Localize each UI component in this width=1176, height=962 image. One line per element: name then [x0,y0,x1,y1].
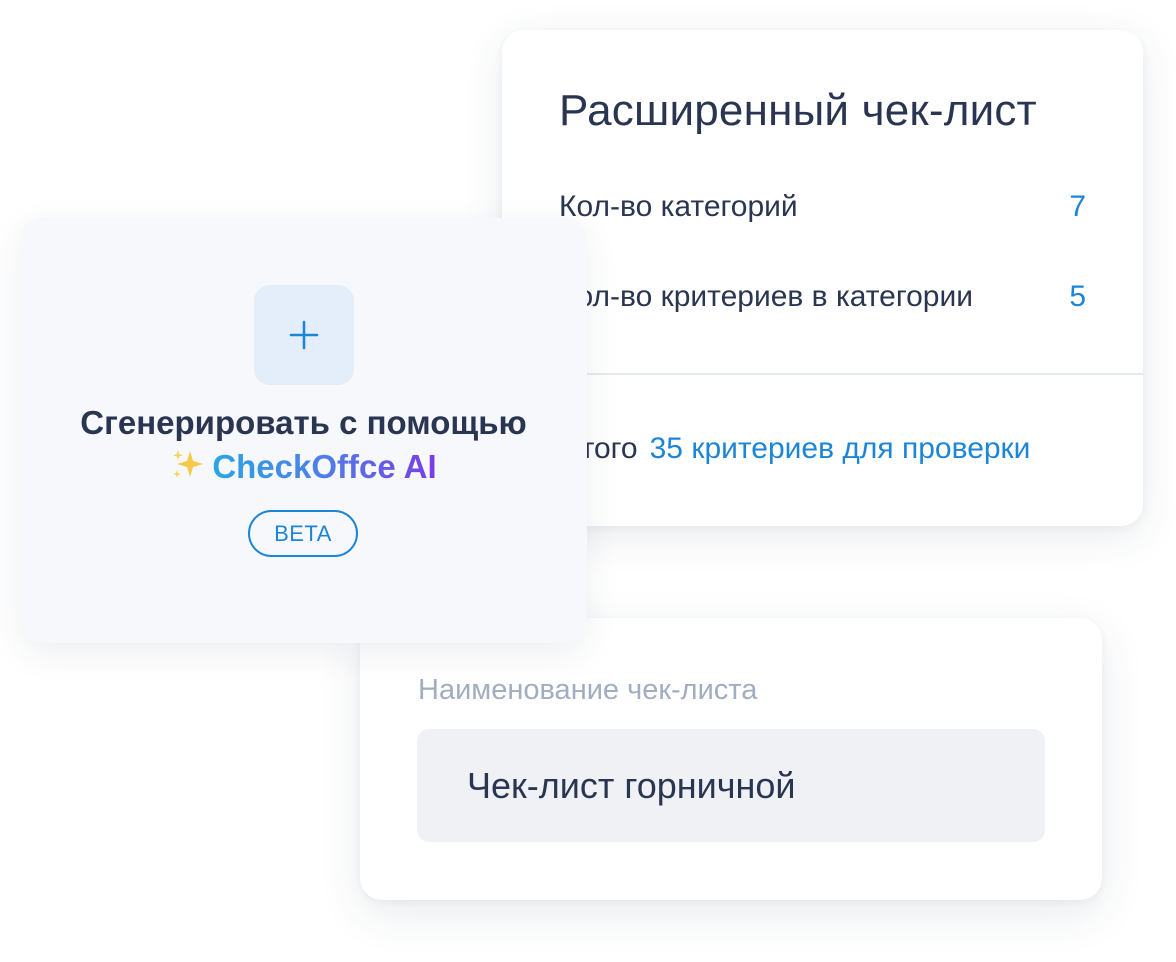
criteria-per-category-label: Кол-во критериев в категории [559,280,974,313]
sparkles-icon [173,450,204,478]
extended-checklist-title: Расширенный чек-лист [559,86,1037,135]
extended-checklist-card: Расширенный чек-лист Кол-во категорий 7 … [502,30,1143,526]
categories-count-value[interactable]: 7 [1069,190,1086,224]
total-row: Итого 35 критериев для проверки [559,432,1030,466]
checklist-name-label: Наименование чек-листа [418,674,758,706]
ai-generate-card[interactable]: Сгенерировать с помощью CheckOffce AI BE… [20,218,587,643]
ai-brand-line: CheckOffce AI [20,448,587,486]
add-button[interactable] [254,285,354,385]
checklist-name-input[interactable] [417,729,1045,842]
plus-icon [289,320,319,350]
criteria-per-category-value[interactable]: 5 [1069,280,1086,314]
divider [502,373,1143,375]
categories-count-label: Кол-во категорий [559,190,798,223]
total-value: 35 критериев для проверки [649,432,1031,465]
ai-generate-title: Сгенерировать с помощью [80,404,527,441]
categories-count-row: Кол-во категорий 7 [559,190,1086,224]
beta-badge: BETA [248,510,358,557]
criteria-per-category-row: Кол-во критериев в категории 5 [559,280,1086,314]
ai-brand-name: CheckOffce AI [212,448,437,485]
checklist-name-card: Наименование чек-листа [360,618,1102,900]
